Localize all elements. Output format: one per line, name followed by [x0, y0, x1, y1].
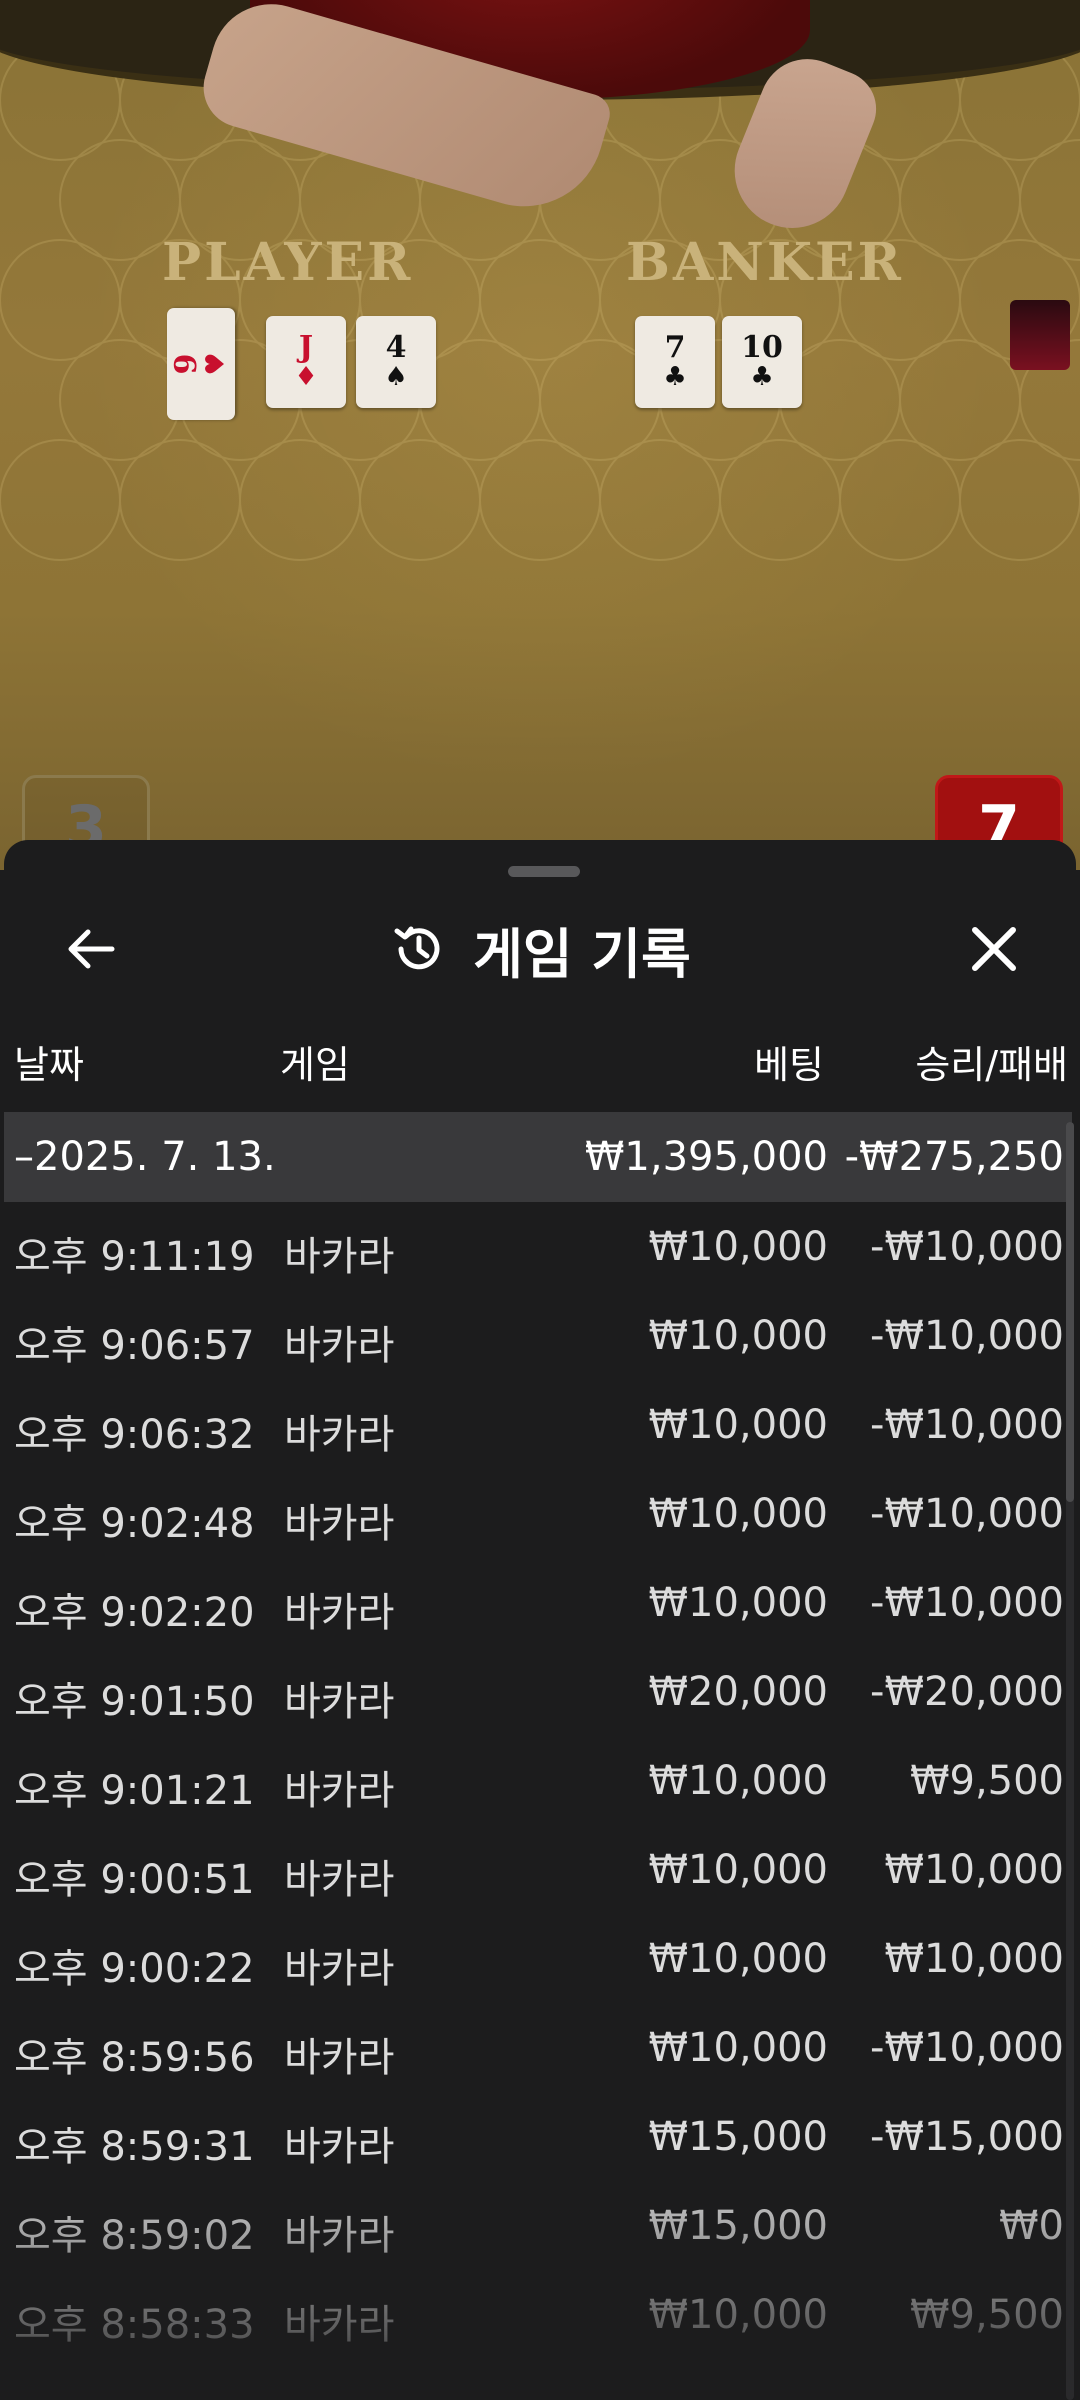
table-header: 날짜 게임 베팅 승리/패배	[4, 1020, 1076, 1090]
row-time: 오후 9:00:22	[14, 1946, 255, 1992]
row-bet: ₩10,000	[648, 1313, 828, 1359]
player-card-2: J ♦	[266, 316, 346, 408]
row-bet: ₩20,000	[648, 1669, 828, 1715]
table-row[interactable]: 오후 8:59:02 바카라 ₩15,000 ₩0	[4, 2181, 1072, 2270]
row-time: 오후 9:11:19	[14, 1234, 255, 1280]
close-button[interactable]	[949, 904, 1039, 994]
row-game: 바카라	[284, 2213, 395, 2259]
row-result: ₩10,000	[884, 1936, 1064, 1982]
table-row[interactable]: 오후 9:06:57 바카라 ₩10,000 -₩10,000	[4, 1291, 1072, 1380]
table-row[interactable]: 오후 8:58:33 바카라 ₩10,000 ₩9,500	[4, 2270, 1072, 2359]
table-row[interactable]: 오후 8:59:56 바카라 ₩10,000 -₩10,000	[4, 2003, 1072, 2092]
row-game: 바카라	[284, 2302, 395, 2348]
row-result: ₩0	[999, 2203, 1064, 2249]
column-header-result: 승리/패배	[915, 1043, 1068, 1087]
row-bet: ₩15,000	[648, 2114, 828, 2160]
row-bet: ₩10,000	[648, 1402, 828, 1448]
row-bet: ₩10,000	[648, 2292, 828, 2338]
row-game: 바카라	[284, 1590, 395, 1636]
sheet-header: 게임 기록	[4, 904, 1076, 994]
row-game: 바카라	[284, 2124, 395, 2170]
row-game: 바카라	[284, 1679, 395, 1725]
row-result: -₩10,000	[870, 1580, 1064, 1626]
row-time: 오후 9:01:21	[14, 1768, 255, 1814]
row-result: -₩10,000	[870, 1313, 1064, 1359]
row-game: 바카라	[284, 1323, 395, 1369]
row-result: ₩10,000	[884, 1847, 1064, 1893]
table-row[interactable]: 오후 8:59:31 바카라 ₩15,000 -₩15,000	[4, 2092, 1072, 2181]
player-card-3: 4 ♠	[356, 316, 436, 408]
row-result: -₩15,000	[870, 2114, 1064, 2160]
drag-handle[interactable]	[508, 866, 580, 877]
summary-total-result: -₩275,250	[844, 1134, 1064, 1180]
row-game: 바카라	[284, 2035, 395, 2081]
table-row[interactable]: 오후 9:00:22 바카라 ₩10,000 ₩10,000	[4, 1914, 1072, 2003]
row-bet: ₩10,000	[648, 1491, 828, 1537]
page-title: 게임 기록	[473, 922, 691, 986]
game-table-view: PLAYER BANKER 9 ♥ J ♦ 4 ♠ 7 ♣ 10 ♣ 3 7	[0, 0, 1080, 870]
banker-card-1: 7 ♣	[635, 316, 715, 408]
row-game: 바카라	[284, 1412, 395, 1458]
row-game: 바카라	[284, 1857, 395, 1903]
row-game: 바카라	[284, 1234, 395, 1280]
table-row[interactable]: 오후 9:11:19 바카라 ₩10,000 -₩10,000	[4, 1202, 1072, 1291]
table-row[interactable]: 오후 9:02:48 바카라 ₩10,000 -₩10,000	[4, 1469, 1072, 1558]
row-time: 오후 9:01:50	[14, 1679, 255, 1725]
row-time: 오후 9:06:32	[14, 1412, 255, 1458]
table-row[interactable]: 오후 9:00:51 바카라 ₩10,000 ₩10,000	[4, 1825, 1072, 1914]
table-row[interactable]: 오후 9:02:20 바카라 ₩10,000 -₩10,000	[4, 1558, 1072, 1647]
row-result: -₩10,000	[870, 2025, 1064, 2071]
row-game: 바카라	[284, 1501, 395, 1547]
row-bet: ₩10,000	[648, 1580, 828, 1626]
row-result: ₩9,500	[909, 2292, 1064, 2338]
date-group-summary-row[interactable]: –2025. 7. 13. ₩1,395,000 -₩275,250	[4, 1112, 1072, 1202]
row-result: -₩10,000	[870, 1491, 1064, 1537]
history-icon	[394, 926, 440, 970]
column-header-game: 게임	[280, 1043, 350, 1087]
banker-card-2: 10 ♣	[722, 316, 802, 408]
row-bet: ₩15,000	[648, 2203, 828, 2249]
row-time: 오후 9:02:20	[14, 1590, 255, 1636]
card-shoe	[1010, 300, 1070, 370]
scrollbar[interactable]	[1066, 1122, 1074, 2400]
player-label: PLAYER	[162, 232, 414, 293]
row-time: 오후 8:58:33	[14, 2302, 255, 2348]
row-result: ₩9,500	[909, 1758, 1064, 1804]
row-bet: ₩10,000	[648, 1224, 828, 1270]
history-list[interactable]: 오후 9:11:19 바카라 ₩10,000 -₩10,000 오후 9:06:…	[4, 1202, 1072, 2400]
row-result: -₩10,000	[870, 1224, 1064, 1270]
row-result: -₩10,000	[870, 1402, 1064, 1448]
summary-date: –2025. 7. 13.	[14, 1134, 276, 1180]
column-header-date: 날짜	[14, 1043, 84, 1087]
summary-total-bet: ₩1,395,000	[584, 1134, 828, 1180]
row-time: 오후 9:06:57	[14, 1323, 255, 1369]
row-result: -₩20,000	[870, 1669, 1064, 1715]
table-row[interactable]: 오후 9:01:50 바카라 ₩20,000 -₩20,000	[4, 1647, 1072, 1736]
row-time: 오후 9:02:48	[14, 1501, 255, 1547]
row-time: 오후 9:00:51	[14, 1857, 255, 1903]
table-row[interactable]: 오후 9:06:32 바카라 ₩10,000 -₩10,000	[4, 1380, 1072, 1469]
table-row[interactable]: 오후 9:01:21 바카라 ₩10,000 ₩9,500	[4, 1736, 1072, 1825]
row-time: 오후 8:59:02	[14, 2213, 255, 2259]
row-bet: ₩10,000	[648, 1758, 828, 1804]
player-card-1: 9 ♥	[167, 308, 235, 420]
row-time: 오후 8:59:31	[14, 2124, 255, 2170]
row-bet: ₩10,000	[648, 1847, 828, 1893]
scroll-thumb[interactable]	[1066, 1122, 1074, 1502]
game-history-sheet: 게임 기록 날짜 게임 베팅 승리/패배 –2025. 7. 13. ₩1,39…	[4, 840, 1076, 2400]
row-bet: ₩10,000	[648, 2025, 828, 2071]
row-time: 오후 8:59:56	[14, 2035, 255, 2081]
banker-label: BANKER	[626, 232, 904, 293]
row-game: 바카라	[284, 1768, 395, 1814]
row-bet: ₩10,000	[648, 1936, 828, 1982]
close-icon	[972, 927, 1016, 971]
row-game: 바카라	[284, 1946, 395, 1992]
column-header-bet: 베팅	[754, 1043, 824, 1087]
